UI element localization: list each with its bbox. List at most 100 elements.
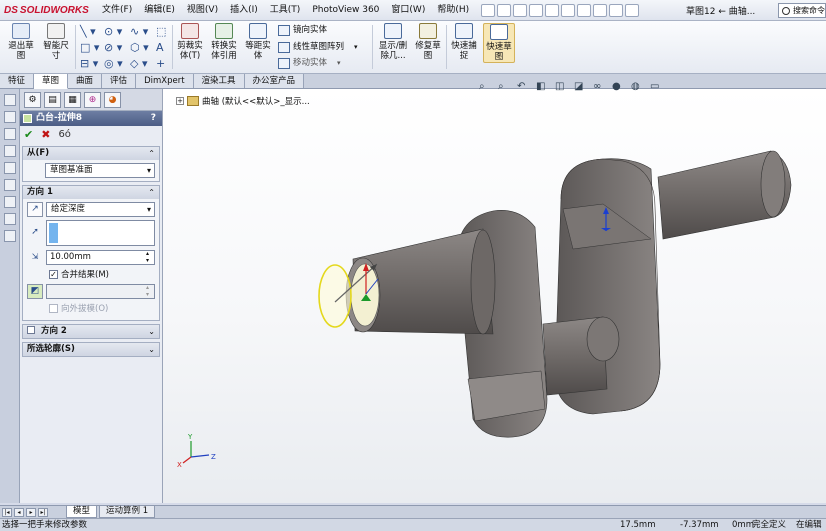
menu-window[interactable]: 窗口(W) — [385, 0, 431, 21]
tab-model[interactable]: 模型 — [66, 506, 98, 518]
linear-pattern-button[interactable]: 线性草图阵列 ▾ — [278, 41, 358, 53]
last-tab-icon[interactable]: ▸| — [38, 507, 48, 517]
menu-help[interactable]: 帮助(H) — [431, 0, 475, 21]
tab-surfaces[interactable]: 曲面 — [68, 74, 103, 88]
solidworks-logo[interactable]: DS SOLIDWORKS — [0, 5, 96, 16]
appearance-icon[interactable] — [4, 213, 16, 225]
tab-dimxpert[interactable]: DimXpert — [136, 74, 194, 88]
feature-manager-tab-icon[interactable]: ⚙ — [24, 91, 41, 108]
zoom-icon[interactable] — [4, 94, 16, 106]
polygon-icon[interactable]: ⬡ ▾ — [130, 41, 149, 54]
text-icon[interactable]: A — [156, 41, 164, 54]
collapse-icon[interactable]: ⌃ — [148, 147, 155, 160]
rebuild-icon[interactable] — [593, 3, 608, 17]
tab-features[interactable]: 特征 — [0, 74, 35, 88]
rotate-icon[interactable] — [4, 128, 16, 140]
circle-icon[interactable]: ⊙ ▾ — [104, 25, 122, 38]
chevron-down-icon[interactable]: ▾ — [337, 57, 341, 69]
menu-file[interactable]: 文件(F) — [96, 0, 138, 21]
quick-access-toolbar — [481, 3, 640, 17]
reverse-direction-icon[interactable]: ↗ — [27, 202, 43, 217]
display-delete-relations-button[interactable]: 显示/删 除几... — [376, 23, 410, 61]
first-tab-icon[interactable]: |◂ — [2, 507, 12, 517]
expand-icon[interactable]: ⌄ — [148, 325, 155, 338]
options-icon[interactable] — [625, 3, 640, 17]
rapid-sketch-button[interactable]: 快速草 图 — [483, 23, 515, 63]
tab-sketch[interactable]: 草图 — [34, 74, 69, 89]
menu-view[interactable]: 视图(V) — [181, 0, 224, 21]
repair-sketch-button[interactable]: 修复草 图 — [413, 23, 443, 61]
plane-icon[interactable]: + — [156, 57, 165, 70]
tab-render-tools[interactable]: 渲染工具 — [193, 74, 245, 88]
trim-entities-button[interactable]: 剪裁实 体(T) — [175, 23, 205, 61]
print-icon[interactable] — [545, 3, 560, 17]
chevron-down-icon[interactable]: ▾ — [354, 41, 358, 53]
dimxpert-manager-tab-icon[interactable]: ⊕ — [84, 91, 101, 108]
axis-x-label: X — [177, 461, 182, 469]
quick-snaps-button[interactable]: 快速捕 捉 — [449, 23, 479, 61]
menu-tools[interactable]: 工具(T) — [264, 0, 307, 21]
menu-photoview[interactable]: PhotoView 360 — [306, 0, 385, 21]
crankshaft-model[interactable]: Y Z X — [163, 89, 826, 503]
scene-icon[interactable] — [4, 230, 16, 242]
tab-motion-study[interactable]: 运动算例 1 — [99, 506, 156, 518]
ok-check-icon[interactable]: ✔ — [24, 128, 33, 141]
rectangle-icon[interactable]: □ ▾ — [80, 41, 99, 54]
help-button[interactable]: ? — [151, 111, 156, 126]
move-entities-button[interactable]: 移动实体 ▾ — [278, 57, 341, 69]
collapse-icon[interactable]: ⌃ — [148, 186, 155, 199]
convert-entities-button[interactable]: 转换实 体引用 — [208, 23, 240, 61]
display-style-icon[interactable] — [4, 179, 16, 191]
view-orientation-icon[interactable] — [4, 162, 16, 174]
offset-entities-button[interactable]: 等距实 体 — [243, 23, 273, 61]
property-manager-tab-icon[interactable]: ▤ — [44, 91, 61, 108]
tab-office-products[interactable]: 办公室产品 — [244, 74, 305, 88]
menu-insert[interactable]: 插入(I) — [224, 0, 264, 21]
smart-dimension-icon — [47, 23, 65, 39]
tab-evaluate[interactable]: 评估 — [102, 74, 137, 88]
mirror-entities-button[interactable]: 镜向实体 — [278, 24, 327, 36]
select-icon[interactable] — [577, 3, 592, 17]
slot-icon[interactable]: ⊘ ▾ — [104, 41, 122, 54]
new-document-icon[interactable] — [497, 3, 512, 17]
line-icon[interactable]: ╲ ▾ — [80, 25, 96, 38]
checkbox-icon[interactable] — [27, 326, 35, 334]
configuration-manager-tab-icon[interactable]: ▦ — [64, 91, 81, 108]
direction-selection-box[interactable] — [46, 220, 155, 246]
bottom-tab-bar: |◂ ◂ ▸ ▸| 模型 运动算例 1 — [0, 505, 826, 518]
from-section-header[interactable]: 从(F) ⌃ — [23, 147, 159, 160]
draft-icon[interactable]: ◩ — [27, 284, 43, 299]
save-icon[interactable] — [529, 3, 544, 17]
manager-tabs: ⚙ ▤ ▦ ⊕ ◕ — [20, 89, 162, 111]
search-commands-input[interactable]: 搜索命令 — [778, 3, 826, 18]
spline-icon[interactable]: ⬚ — [156, 25, 166, 38]
depth-input[interactable]: 10.00mm — [46, 250, 155, 265]
direction2-section-header[interactable]: 方向 2 ⌄ — [23, 325, 159, 338]
centerline-icon[interactable]: ◎ ▾ — [104, 57, 123, 70]
fillet-icon[interactable]: ◇ ▾ — [130, 57, 147, 70]
open-icon[interactable] — [513, 3, 528, 17]
graphics-area[interactable]: ⌕ ⌕ ↶ ◧ ◫ ◪ ∞ ● ◍ ▭ + 曲轴 (默认<<默认>_显示... — [163, 81, 826, 503]
expand-icon[interactable]: ⌄ — [148, 343, 155, 356]
pin-icon[interactable] — [481, 3, 496, 17]
next-tab-icon[interactable]: ▸ — [26, 507, 36, 517]
prev-tab-icon[interactable]: ◂ — [14, 507, 24, 517]
smart-dimension-button[interactable]: 智能尺 寸 — [40, 23, 72, 61]
exit-sketch-button[interactable]: 退出草 图 — [6, 23, 36, 61]
arc-icon[interactable]: ∿ ▾ — [130, 25, 148, 38]
start-condition-select[interactable]: 草图基准面 — [45, 163, 155, 178]
point-icon[interactable]: ⊟ ▾ — [80, 57, 98, 70]
end-condition-select[interactable]: 给定深度 — [46, 202, 155, 217]
cancel-x-icon[interactable]: ✖ — [41, 128, 50, 141]
hide-show-icon[interactable] — [4, 196, 16, 208]
section-view-icon[interactable] — [4, 145, 16, 157]
file-properties-icon[interactable] — [609, 3, 624, 17]
menu-edit[interactable]: 编辑(E) — [138, 0, 181, 21]
preview-glasses-icon[interactable]: 6ó — [58, 129, 70, 140]
merge-result-checkbox[interactable]: ✓ 合并结果(M) — [49, 268, 155, 280]
undo-icon[interactable] — [561, 3, 576, 17]
display-manager-tab-icon[interactable]: ◕ — [104, 91, 121, 108]
direction1-section-header[interactable]: 方向 1 ⌃ — [23, 186, 159, 199]
selected-contours-header[interactable]: 所选轮廓(S) ⌄ — [23, 343, 159, 356]
pan-icon[interactable] — [4, 111, 16, 123]
